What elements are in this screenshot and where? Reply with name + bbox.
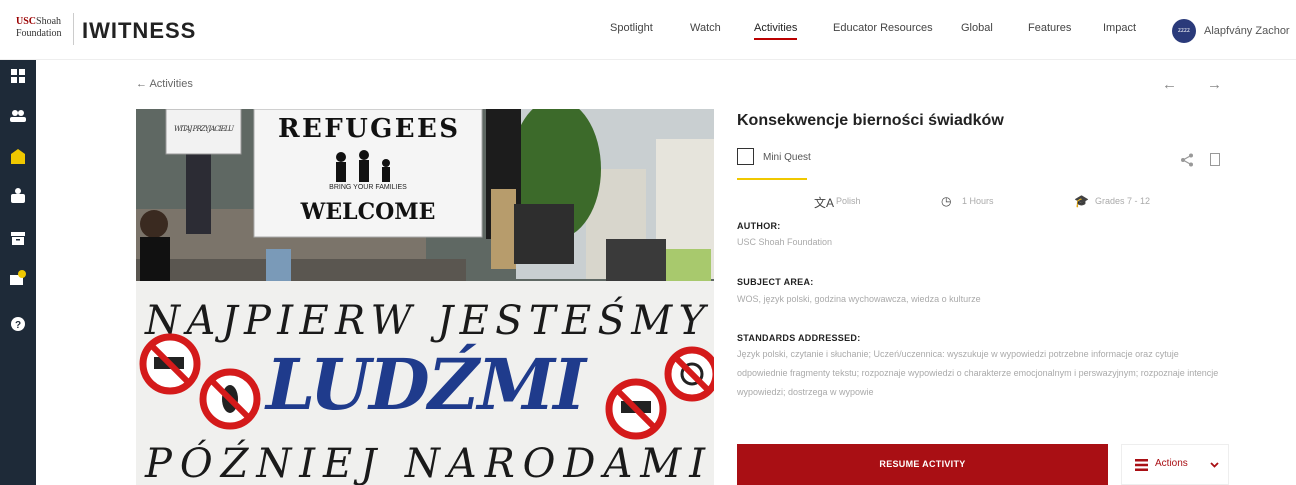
svg-text:?: ? xyxy=(15,320,21,331)
no-target-sign-icon xyxy=(664,346,714,402)
no-bomb-sign-icon xyxy=(199,368,261,430)
nav-features[interactable]: Features xyxy=(1028,22,1071,34)
messages-icon[interactable] xyxy=(10,270,26,286)
hero-line-3: PÓŹNIEJ NARODAMI xyxy=(144,440,706,485)
resume-activity-button[interactable]: RESUME ACTIVITY xyxy=(737,444,1108,485)
archive-icon[interactable] xyxy=(10,230,26,246)
nav-impact[interactable]: Impact xyxy=(1103,22,1136,34)
graduation-cap-icon: 🎓 xyxy=(1074,194,1089,208)
actions-dropdown[interactable]: Actions xyxy=(1121,444,1229,485)
activity-grades: Grades 7 - 12 xyxy=(1095,196,1151,206)
dashboard-icon[interactable] xyxy=(10,68,26,84)
clock-icon: ◷ xyxy=(941,194,952,208)
activity-title: Konsekwencje bierności świadków xyxy=(737,112,1004,129)
user-name[interactable]: Alapfvány Zachor xyxy=(1204,25,1290,37)
subject-value: WOS, język polski, godzina wychowawcza, … xyxy=(737,294,981,304)
help-icon[interactable]: ? xyxy=(10,316,26,332)
bookmark-icon[interactable] xyxy=(1210,153,1220,166)
author-value: USC Shoah Foundation xyxy=(737,237,833,247)
top-bar: USCShoah Foundation IWITNESS Spotlight W… xyxy=(0,0,1296,60)
share-icon[interactable] xyxy=(1180,153,1194,167)
hero-banner-small: BRING YOUR FAMILIES xyxy=(329,184,407,191)
users-icon[interactable] xyxy=(10,108,26,124)
no-weapon-sign-icon xyxy=(605,378,667,440)
chevron-down-icon xyxy=(1210,462,1219,468)
mini-quest-icon xyxy=(737,148,754,165)
language-icon: 文A xyxy=(814,196,835,210)
watch-icon[interactable] xyxy=(10,188,26,204)
nav-spotlight[interactable]: Spotlight xyxy=(610,22,653,34)
avatar[interactable]: zzzz xyxy=(1172,19,1196,43)
activity-hero-image: WITAJ PRZYJACIELU REFUGEES BRING YOUR FA… xyxy=(136,109,714,485)
standards-value: Język polski, czytanie i słuchanie; Ucze… xyxy=(737,349,1219,397)
hero-banner-bottom: WELCOME xyxy=(300,199,436,225)
activities-icon[interactable] xyxy=(10,149,26,165)
author-heading: AUTHOR: xyxy=(737,221,781,231)
list-icon xyxy=(1135,459,1148,471)
subject-heading: SUBJECT AREA: xyxy=(737,277,814,287)
next-arrow-icon[interactable]: → xyxy=(1207,76,1222,93)
arrow-left-icon: ← xyxy=(136,78,150,90)
no-tank-sign-icon xyxy=(139,333,201,395)
hero-line-2: LUDŹMI xyxy=(264,343,588,426)
standards-heading: STANDARDS ADDRESSED: xyxy=(737,333,861,343)
hero-line-1: NAJPIERW JESTEŚMY xyxy=(144,297,709,344)
hero-sign-text: WITAJ PRZYJACIELU xyxy=(174,125,235,133)
activity-duration: 1 Hours xyxy=(962,196,994,206)
usc-shoah-logo[interactable]: USCShoah Foundation xyxy=(16,13,74,45)
sidebar: ? xyxy=(0,60,36,485)
iwitness-logo[interactable]: IWITNESS xyxy=(82,18,196,44)
nav-global[interactable]: Global xyxy=(961,22,993,34)
protest-photo: WITAJ PRZYJACIELU REFUGEES BRING YOUR FA… xyxy=(136,109,714,485)
nav-educator-resources[interactable]: Educator Resources xyxy=(833,22,933,34)
activity-language: Polish xyxy=(836,196,861,206)
previous-arrow-icon[interactable]: ← xyxy=(1162,76,1177,93)
nav-activities[interactable]: Activities xyxy=(754,22,798,40)
back-to-activities-link[interactable]: ← Activities xyxy=(136,78,193,90)
nav-watch[interactable]: Watch xyxy=(690,22,721,34)
type-tab-underline xyxy=(737,178,807,180)
